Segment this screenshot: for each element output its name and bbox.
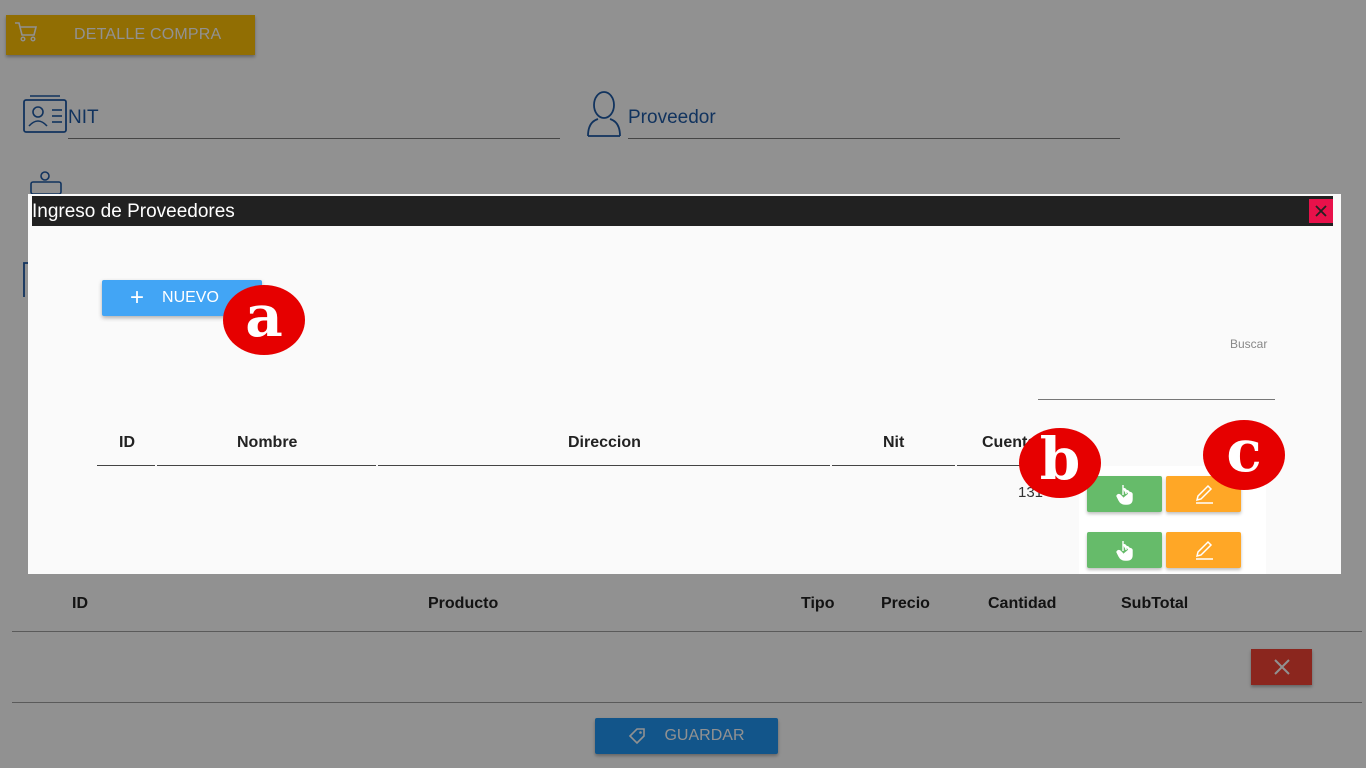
plus-icon: + (130, 284, 145, 311)
nuevo-label: NUEVO (162, 289, 219, 306)
annotation-badge-b: b (1019, 428, 1101, 498)
hand-pointer-icon (1115, 541, 1133, 561)
select-button[interactable] (1087, 532, 1162, 568)
proveedores-modal: Ingreso de Proveedores + NUEVO Buscar ID… (28, 194, 1341, 574)
select-button[interactable] (1087, 476, 1162, 512)
col-nit: Nit (883, 434, 905, 451)
pencil-icon (1195, 540, 1213, 560)
annotation-badge-c: c (1203, 420, 1285, 490)
search-label: Buscar (1230, 337, 1268, 351)
pencil-icon (1195, 484, 1213, 504)
col-direccion: Direccion (568, 434, 641, 451)
search-input[interactable] (1038, 374, 1275, 400)
header-underline (97, 465, 155, 466)
header-underline (832, 465, 955, 466)
col-id: ID (119, 434, 135, 451)
header-underline (157, 465, 376, 466)
col-nombre: Nombre (237, 434, 298, 451)
annotation-badge-a: a (223, 285, 305, 355)
modal-title: Ingreso de Proveedores (32, 201, 235, 222)
modal-title-bar: Ingreso de Proveedores (32, 196, 1333, 226)
header-underline (378, 465, 830, 466)
hand-pointer-icon (1115, 485, 1133, 505)
modal-close-button[interactable] (1309, 199, 1333, 223)
close-icon (1315, 205, 1327, 217)
edit-button[interactable] (1166, 532, 1241, 568)
